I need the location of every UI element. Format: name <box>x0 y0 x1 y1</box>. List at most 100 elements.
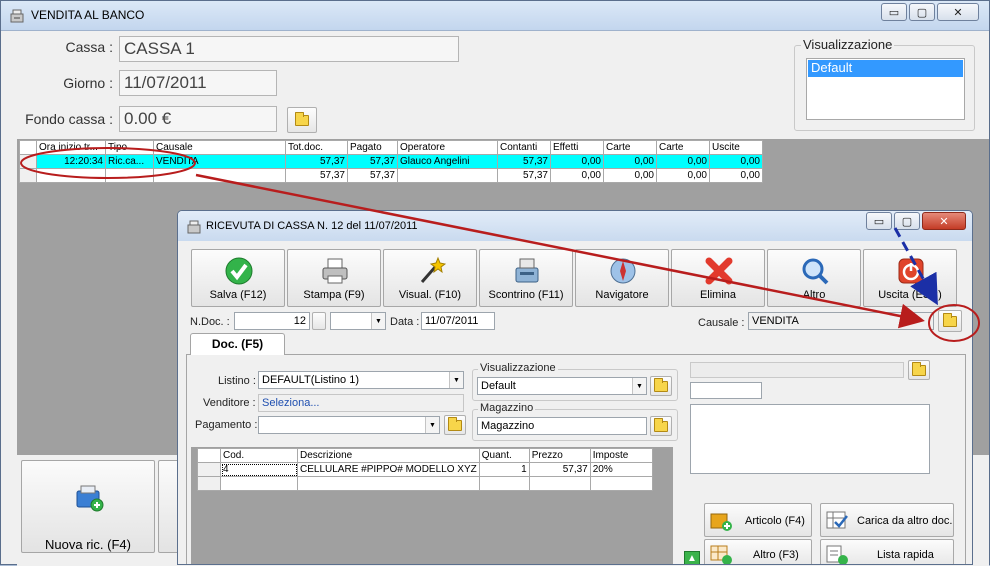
receipt-maximize-button[interactable]: ▢ <box>894 212 920 230</box>
list-add-icon <box>826 545 848 564</box>
visual-combo[interactable]: Default ▼ <box>477 377 647 395</box>
folder-icon <box>654 377 668 392</box>
load-from-doc-button[interactable]: Carica da altro doc. <box>820 503 954 537</box>
chevron-down-icon: ▼ <box>425 417 439 433</box>
cell-quant[interactable]: 1 <box>478 462 530 477</box>
delete-icon <box>705 257 733 285</box>
date-label: Data : <box>390 316 420 328</box>
print-label: Stampa (F9) <box>303 289 365 301</box>
magazzino-title: Magazzino <box>478 402 536 414</box>
cell-cod[interactable] <box>220 476 298 491</box>
folder-icon <box>943 312 957 327</box>
receipt-minimize-button[interactable]: ▭ <box>866 212 892 230</box>
venditore-field[interactable]: Seleziona... <box>258 394 464 412</box>
pagamento-label: Pagamento : <box>195 419 258 431</box>
table-row[interactable]: 4 CELLULARE #PIPPO# MODELLO XYZ 1 57,37 … <box>197 462 653 477</box>
tab-doc[interactable]: Doc. (F5) <box>190 333 285 355</box>
cell-cod[interactable]: 4 <box>220 462 298 477</box>
maximize-icon: ▢ <box>901 215 913 228</box>
listino-combo[interactable]: DEFAULT(Listino 1) ▼ <box>258 371 464 389</box>
grid-add-icon <box>710 545 732 564</box>
series-combo[interactable]: ▼ <box>330 312 386 330</box>
col-header-quant[interactable]: Quant. <box>478 448 530 463</box>
detail-grid-area: Cod. Descrizione Quant. Prezzo Imposte 4… <box>191 447 673 564</box>
visual-folder-button[interactable] <box>650 376 672 396</box>
cell-quant[interactable] <box>478 476 530 491</box>
row-indicator <box>197 462 221 477</box>
delete-button[interactable]: Elimina <box>671 249 765 307</box>
quick-list-button[interactable]: Lista rapida <box>820 539 954 564</box>
cash-register-icon <box>187 220 201 234</box>
ndoc-spinner[interactable] <box>312 312 326 330</box>
other-button[interactable]: Altro <box>767 249 861 307</box>
navigator-button[interactable]: Navigatore <box>575 249 669 307</box>
save-label: Salva (F12) <box>209 289 267 301</box>
table-row[interactable] <box>197 476 653 491</box>
notes-area[interactable] <box>690 404 930 474</box>
search-icon <box>802 258 829 285</box>
power-icon <box>898 258 924 284</box>
cell-descrizione[interactable]: CELLULARE #PIPPO# MODELLO XYZ <box>297 462 480 477</box>
row-indicator-header <box>197 448 221 463</box>
minimize-icon: ▭ <box>873 215 885 228</box>
causale-folder-button[interactable] <box>938 310 962 332</box>
view-button[interactable]: Visual. (F10) <box>383 249 477 307</box>
ndoc-label: N.Doc. : <box>190 316 230 328</box>
chevron-down-icon: ▼ <box>371 313 385 329</box>
save-button[interactable]: Salva (F12) <box>191 249 285 307</box>
print-button[interactable]: Stampa (F9) <box>287 249 381 307</box>
ndoc-field[interactable]: 12 <box>234 312 310 330</box>
folder-icon <box>654 417 668 432</box>
arrow-up-icon[interactable]: ▲ <box>684 551 700 564</box>
causale-field[interactable]: VENDITA <box>748 312 934 330</box>
chevron-down-icon: ▼ <box>449 372 463 388</box>
cash-register-icon <box>515 258 539 283</box>
compass-icon <box>610 258 636 284</box>
col-header-cod[interactable]: Cod. <box>220 448 298 463</box>
delete-label: Elimina <box>699 289 737 301</box>
col-header-imposte[interactable]: Imposte <box>589 448 653 463</box>
visual-value: Default <box>481 380 516 392</box>
magazzino-folder-button[interactable] <box>650 416 672 436</box>
other-label: Altro <box>802 289 826 301</box>
receipt-close-button[interactable]: ✕ <box>922 212 966 230</box>
folder-icon <box>448 416 462 431</box>
listino-label: Listino : <box>218 375 256 387</box>
add-article-button[interactable]: Articolo (F4) <box>704 503 812 537</box>
date-field[interactable]: 11/07/2011 <box>421 312 495 330</box>
magic-wand-icon <box>420 256 446 283</box>
pagamento-combo[interactable]: ▼ <box>258 416 440 434</box>
causale-label: Causale : <box>698 317 745 329</box>
close-icon: ✕ <box>939 215 949 228</box>
listino-value: DEFAULT(Listino 1) <box>262 374 359 386</box>
receipt-print-label: Scontrino (F11) <box>488 289 564 301</box>
exit-label: Uscita (ESC) <box>878 289 942 301</box>
detail-table: Cod. Descrizione Quant. Prezzo Imposte 4… <box>197 448 653 491</box>
cell-imposte[interactable]: 20% <box>589 462 653 477</box>
printer-icon <box>322 258 348 284</box>
col-header-prezzo[interactable]: Prezzo <box>528 448 591 463</box>
pagamento-folder-button[interactable] <box>444 415 466 435</box>
box-add-icon <box>710 513 732 531</box>
cell-prezzo[interactable] <box>528 476 591 491</box>
chevron-down-icon: ▼ <box>632 378 646 394</box>
other-items-button[interactable]: Altro (F3) <box>704 539 812 564</box>
folder-icon <box>912 361 926 376</box>
exit-button[interactable]: Uscita (ESC) <box>863 249 957 307</box>
venditore-label: Venditore : <box>203 397 256 409</box>
col-header-descrizione[interactable]: Descrizione <box>297 448 480 463</box>
cell-descrizione[interactable] <box>297 476 480 491</box>
add-article-label: Articolo (F4) <box>745 515 805 527</box>
cell-imposte[interactable] <box>589 476 653 491</box>
check-icon <box>225 257 253 285</box>
visual-title: Visualizzazione <box>478 362 558 374</box>
receipt-print-button[interactable]: Scontrino (F11) <box>479 249 573 307</box>
info-field[interactable] <box>690 362 904 378</box>
grid-check-icon <box>826 511 848 529</box>
cell-prezzo[interactable]: 57,37 <box>528 462 591 477</box>
info-folder-button[interactable] <box>908 360 930 380</box>
magazzino-field[interactable]: Magazzino <box>477 417 647 435</box>
load-from-doc-label: Carica da altro doc. <box>857 515 953 527</box>
table-header-row: Cod. Descrizione Quant. Prezzo Imposte <box>197 448 653 463</box>
code-field[interactable] <box>690 382 762 399</box>
